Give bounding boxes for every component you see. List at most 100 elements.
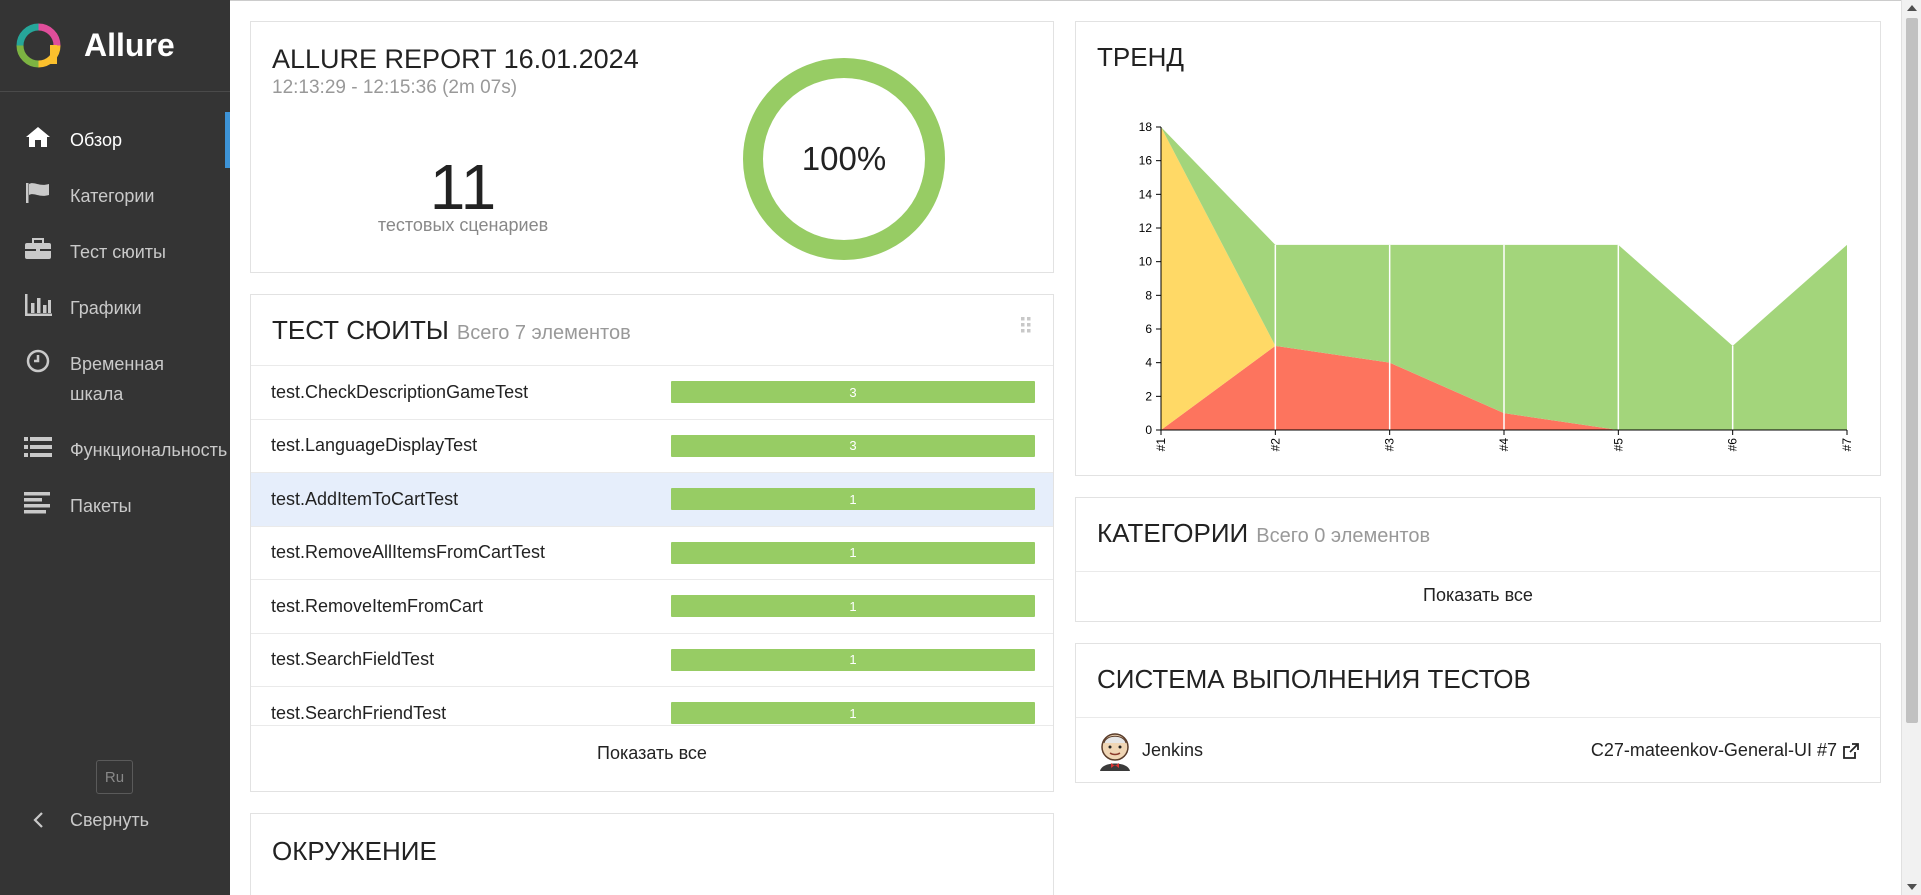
collapse-label: Свернуть <box>70 809 149 830</box>
suites-title: ТЕСТ СЮИТЫ <box>272 315 449 345</box>
suite-status-bar: 1 <box>671 488 1035 511</box>
success-percent: 100% <box>802 140 886 177</box>
trend-y-tick-label: 18 <box>1139 120 1153 134</box>
suite-name: test.SearchFriendTest <box>271 702 447 723</box>
sidebar-nav: Обзор Категории Тест сюиты Графики Време… <box>0 112 230 534</box>
table-row[interactable]: test.SearchFieldTest 1 <box>251 632 1053 687</box>
trend-x-tick-label: #6 <box>1726 438 1740 452</box>
trend-x-tick-label: #2 <box>1268 438 1282 452</box>
suite-status-bar: 1 <box>671 595 1035 618</box>
suite-status-bar: 1 <box>671 702 1035 725</box>
test-count-label: тестовых сценариев <box>377 215 549 235</box>
trend-y-tick-label: 6 <box>1145 322 1152 336</box>
allure-logo-icon <box>16 23 61 68</box>
chevron-left-icon <box>24 808 52 832</box>
suites-widget: ТЕСТ СЮИТЫ Всего 7 элементов test.CheckD… <box>250 294 1054 792</box>
executor-name: Jenkins <box>1142 740 1204 760</box>
external-link-icon <box>1843 742 1859 759</box>
trend-x-tick-label: #4 <box>1497 438 1511 452</box>
trend-y-tick-label: 4 <box>1145 356 1152 370</box>
executor-build-link[interactable]: C27-mateenkov-General-UI #7 <box>1591 740 1860 761</box>
trend-y-tick-label: 10 <box>1139 255 1153 269</box>
suite-name: test.CheckDescriptionGameTest <box>271 381 529 402</box>
drag-handle-icon[interactable] <box>1021 317 1031 333</box>
executor-build-label: C27-mateenkov-General-UI #7 <box>1590 740 1837 760</box>
sidebar-item-categories[interactable]: Категории <box>0 168 230 224</box>
trend-x-tick-label: #5 <box>1611 438 1625 452</box>
trend-chart: 0 2 4 6 8 10 12 14 16 18 #1 #2 #3 #4 #5 #6 #7 <box>1139 120 1854 452</box>
trend-y-tick-label: 16 <box>1139 154 1153 168</box>
categories-header: КАТЕГОРИИ Всего 0 элементов <box>1097 518 1430 549</box>
sidebar-item-overview[interactable]: Обзор <box>0 112 230 168</box>
bar-chart-icon <box>24 293 52 317</box>
sidebar-item-label: Функциональность <box>70 440 228 460</box>
page-scrollbar[interactable] <box>1901 0 1921 895</box>
suites-show-all-link[interactable]: Показать все <box>251 725 1053 791</box>
flag-icon <box>24 181 52 205</box>
align-left-icon <box>24 491 52 515</box>
environment-title: ОКРУЖЕНИЕ <box>272 836 437 866</box>
trend-y-tick-label: 8 <box>1145 288 1152 302</box>
categories-title: КАТЕГОРИИ <box>1097 518 1249 548</box>
list-icon <box>24 435 52 459</box>
suite-status-bar: 1 <box>671 648 1035 671</box>
sidebar-item-suites[interactable]: Тест сюиты <box>0 224 230 280</box>
sidebar-item-packages[interactable]: Пакеты <box>0 478 230 534</box>
suites-subtitle: Всего 7 элементов <box>456 322 631 344</box>
clock-icon <box>24 349 52 373</box>
scroll-thumb[interactable] <box>1906 18 1918 723</box>
sidebar-item-label: Тест сюиты <box>70 242 166 262</box>
home-icon <box>24 125 52 149</box>
categories-widget: КАТЕГОРИИ Всего 0 элементов Показать все <box>1075 497 1881 622</box>
sidebar-item-label: Временная шкала <box>70 354 165 404</box>
scroll-up-icon[interactable] <box>1907 5 1917 11</box>
table-row[interactable]: test.AddItemToCartTest 1 <box>251 472 1053 526</box>
sidebar-item-timeline[interactable]: Временная шкала <box>0 336 230 422</box>
table-row[interactable]: test.LanguageDisplayTest 3 <box>251 418 1053 473</box>
brand-name: Allure <box>84 27 175 63</box>
brand[interactable]: Allure <box>0 0 230 92</box>
scroll-down-icon[interactable] <box>1907 884 1917 890</box>
table-row[interactable]: test.CheckDescriptionGameTest 3 <box>251 365 1053 419</box>
environment-widget: ОКРУЖЕНИЕ <box>250 813 1054 895</box>
summary-widget: ALLURE REPORT 16.01.2024 12:13:29 - 12:1… <box>250 21 1054 273</box>
trend-title: ТРЕНД <box>1097 42 1184 72</box>
table-row[interactable]: test.RemoveAllItemsFromCartTest 1 <box>251 525 1053 580</box>
suite-name: test.AddItemToCartTest <box>271 488 459 509</box>
sidebar-item-label: Категории <box>70 186 155 206</box>
trend-x-tick-label: #3 <box>1383 438 1397 452</box>
categories-subtitle: Всего 0 элементов <box>1256 525 1431 547</box>
trend-y-tick-label: 2 <box>1145 389 1152 403</box>
suite-name: test.RemoveItemFromCart <box>271 595 484 616</box>
sidebar: Allure Обзор Категории Тест сюиты График… <box>0 0 230 895</box>
trend-widget: ТРЕНД 0 2 4 6 8 10 12 14 16 18 #1 #2 #3 #4 #5 #6 #7 <box>1075 21 1881 476</box>
suite-name: test.SearchFieldTest <box>271 649 435 670</box>
suites-header: ТЕСТ СЮИТЫ Всего 7 элементов <box>272 315 631 346</box>
language-selector[interactable]: Ru <box>96 760 133 794</box>
suite-status-bar: 3 <box>671 381 1035 404</box>
suite-name: test.RemoveAllItemsFromCartTest <box>271 542 546 563</box>
suite-status-bar: 1 <box>671 541 1035 564</box>
executor-row: Jenkins C27-mateenkov-General-UI #7 <box>1076 717 1880 783</box>
report-title: ALLURE REPORT 16.01.2024 <box>272 44 639 74</box>
briefcase-icon <box>24 237 52 261</box>
categories-show-all-link[interactable]: Показать все <box>1076 571 1880 621</box>
sidebar-item-label: Пакеты <box>70 496 132 516</box>
trend-y-tick-label: 14 <box>1139 187 1153 201</box>
trend-x-tick-label: #7 <box>1840 438 1854 452</box>
suites-list: test.CheckDescriptionGameTest 3 test.Lang… <box>251 365 1053 740</box>
suite-status-bar: 3 <box>671 434 1035 457</box>
main-content: ALLURE REPORT 16.01.2024 12:13:29 - 12:1… <box>230 0 1901 895</box>
collapse-button[interactable]: Свернуть <box>24 808 149 832</box>
sidebar-item-label: Графики <box>70 298 142 318</box>
trend-y-tick-label: 12 <box>1139 221 1153 235</box>
trend-x-tick-label: #1 <box>1154 438 1168 452</box>
table-row[interactable]: test.RemoveItemFromCart 1 <box>251 579 1053 633</box>
sidebar-item-behaviors[interactable]: Функциональность <box>0 422 230 478</box>
sidebar-item-graphs[interactable]: Графики <box>0 280 230 336</box>
test-count: 11 <box>429 151 497 223</box>
jenkins-avatar-icon <box>1100 732 1130 771</box>
executors-title: СИСТЕМА ВЫПОЛНЕНИЯ ТЕСТОВ <box>1097 664 1531 694</box>
trend-y-tick-label: 0 <box>1145 423 1152 437</box>
sidebar-item-label: Обзор <box>70 130 122 150</box>
